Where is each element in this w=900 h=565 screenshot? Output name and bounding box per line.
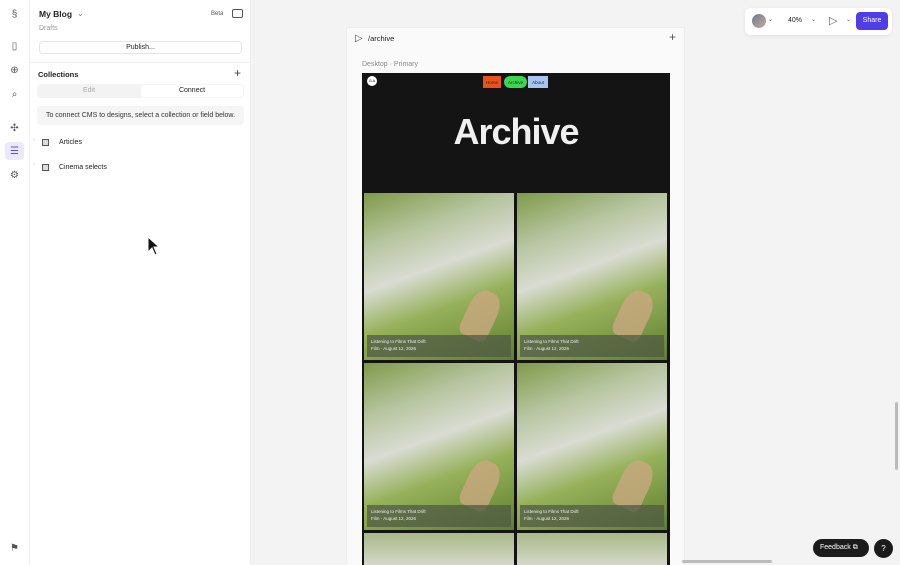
card-meta: Film · August 12, 2026 <box>371 516 417 521</box>
nav-about[interactable]: About <box>528 76 548 88</box>
cursor-icon <box>147 236 161 256</box>
vertical-scrollbar[interactable] <box>895 402 898 470</box>
feedback-button[interactable]: Feedback ⧉ <box>813 539 869 557</box>
preview-icon[interactable]: ▷ <box>829 14 837 27</box>
cms-sidebar: My Blog ⌄ Drafts Beta Publish... Collect… <box>30 0 251 565</box>
nav-archive[interactable]: Archive <box>504 76 527 88</box>
tab-edit[interactable]: Edit <box>37 84 141 98</box>
flag-icon[interactable]: ⚑ <box>5 539 24 557</box>
insert-icon[interactable]: ⊕ <box>5 61 24 79</box>
frame-label: Desktop · Primary <box>362 61 419 68</box>
project-name[interactable]: My Blog <box>39 9 72 19</box>
chevron-down-icon[interactable]: ⌄ <box>811 16 816 23</box>
table-icon <box>42 164 49 171</box>
article-card[interactable]: Listening to Films That Drift Film · Augu… <box>517 193 667 360</box>
horizontal-scrollbar[interactable] <box>682 560 772 563</box>
collection-articles[interactable]: Articles <box>59 139 82 146</box>
framer-logo-icon[interactable]: § <box>5 5 24 23</box>
panel-toggle-icon[interactable] <box>232 9 243 18</box>
article-card[interactable]: Listening to Films That Drift Film · Augu… <box>364 193 514 360</box>
search-icon[interactable]: ⌕ <box>5 85 24 103</box>
beta-badge: Beta <box>211 11 224 17</box>
add-breakpoint-icon[interactable]: + <box>669 30 676 44</box>
share-button[interactable]: Share <box>856 12 888 30</box>
top-toolbar: ⌄ 40% ⌄ ▷ ⌄ Share <box>745 8 892 35</box>
divider <box>30 62 251 63</box>
article-card[interactable] <box>517 533 667 565</box>
desktop-frame[interactable]: G-A Home Archive About Archive Listening… <box>362 73 670 565</box>
components-icon[interactable]: ✣ <box>5 119 24 137</box>
settings-icon[interactable]: ⚙ <box>5 166 24 184</box>
zoom-level[interactable]: 40% <box>788 17 802 24</box>
cms-icon[interactable]: ☰ <box>5 142 24 160</box>
article-card[interactable] <box>364 533 514 565</box>
card-meta: Film · August 12, 2026 <box>524 346 570 351</box>
site-logo[interactable]: G-A <box>367 76 377 86</box>
card-title: Listening to Films That Drift <box>371 509 426 514</box>
icon-rail: § ▯ ⊕ ⌕ ✣ ☰ ⚙ ⚑ <box>0 0 30 565</box>
card-title: Listening to Films That Drift <box>524 509 579 514</box>
connect-hint: To connect CMS to designs, select a coll… <box>37 106 244 125</box>
card-title: Listening to Films That Drift <box>524 339 579 344</box>
play-icon[interactable]: ▷ <box>355 33 363 44</box>
chevron-right-icon[interactable]: › <box>33 137 35 143</box>
chevron-right-icon[interactable]: › <box>33 162 35 168</box>
help-button[interactable]: ? <box>874 539 893 558</box>
article-card[interactable]: Listening to Films That Drift Film · Augu… <box>364 363 514 530</box>
collections-title: Collections <box>38 70 79 79</box>
page-path[interactable]: /archive <box>368 34 394 43</box>
page-heading: Archive <box>453 111 579 152</box>
card-title: Listening to Films That Drift <box>371 339 426 344</box>
feedback-label: Feedback <box>820 544 851 551</box>
collection-cinema-selects[interactable]: Cinema selects <box>59 164 107 171</box>
mode-tabs: Edit Connect <box>37 84 244 98</box>
card-meta: Film · August 12, 2026 <box>524 516 570 521</box>
chevron-down-icon[interactable]: ⌄ <box>768 16 773 23</box>
avatar[interactable] <box>752 14 766 28</box>
article-card[interactable]: Listening to Films That Drift Film · Augu… <box>517 363 667 530</box>
chevron-down-icon[interactable]: ⌄ <box>77 9 84 18</box>
drafts-label: Drafts <box>39 25 58 32</box>
card-meta: Film · August 12, 2026 <box>371 346 417 351</box>
table-icon <box>42 139 49 146</box>
publish-button[interactable]: Publish... <box>39 41 242 54</box>
chevron-down-icon[interactable]: ⌄ <box>846 16 851 23</box>
pages-icon[interactable]: ▯ <box>5 37 24 55</box>
external-link-icon: ⧉ <box>852 544 858 551</box>
add-collection-icon[interactable]: + <box>234 66 241 80</box>
tab-connect[interactable]: Connect <box>141 85 243 97</box>
nav-home[interactable]: Home <box>483 76 501 88</box>
